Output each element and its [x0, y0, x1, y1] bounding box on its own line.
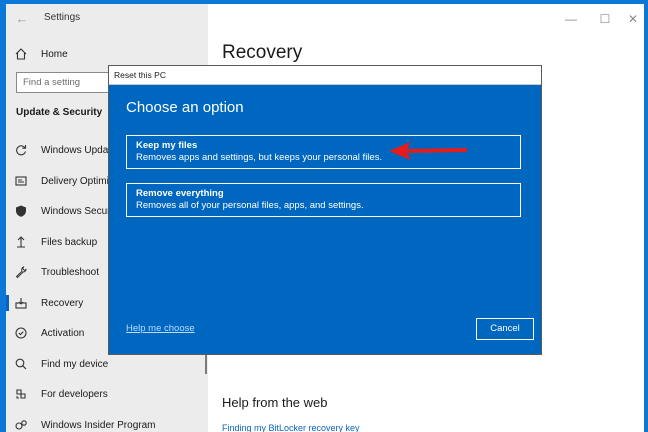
shield-icon	[12, 202, 30, 220]
close-icon[interactable]: ✕	[618, 8, 644, 30]
annotation-arrow-icon	[387, 139, 471, 163]
option-title: Remove everything	[136, 188, 224, 199]
dialog-title: Reset this PC	[114, 70, 166, 80]
home-icon	[12, 45, 30, 63]
help-me-choose-link[interactable]: Help me choose	[126, 323, 195, 334]
sidebar-item-windows-insider[interactable]: Windows Insider Program	[12, 415, 208, 432]
sidebar-item-label: Recovery	[41, 297, 84, 309]
sidebar-item-find-my-device[interactable]: Find my device	[12, 354, 208, 374]
insider-icon	[12, 416, 30, 432]
refresh-icon	[12, 141, 30, 159]
bitlocker-help-link[interactable]: Finding my BitLocker recovery key	[222, 423, 360, 432]
sidebar-item-label: For developers	[41, 388, 108, 400]
activation-icon	[12, 324, 30, 342]
backup-icon	[12, 233, 30, 251]
dialog-title-bar: Reset this PC	[109, 66, 541, 85]
developers-icon	[12, 385, 30, 403]
sidebar-item-label: Activation	[41, 327, 85, 339]
find-device-icon	[12, 355, 30, 373]
sidebar-item-home[interactable]: Home	[12, 44, 68, 64]
minimize-icon[interactable]: —	[556, 8, 586, 30]
wrench-icon	[12, 263, 30, 281]
recovery-icon	[12, 294, 30, 312]
sidebar-section-title: Update & Security	[16, 107, 103, 118]
remove-everything-option[interactable]: Remove everything Removes all of your pe…	[126, 183, 521, 217]
dialog-heading: Choose an option	[126, 99, 244, 116]
sidebar-item-label: Windows Update	[41, 144, 117, 156]
sidebar-item-label: Troubleshoot	[41, 266, 99, 278]
help-from-web-heading: Help from the web	[222, 395, 328, 410]
window-title: Settings	[44, 12, 81, 23]
option-description: Removes all of your personal files, apps…	[136, 200, 364, 211]
sidebar-item-for-developers[interactable]: For developers	[12, 384, 208, 404]
sidebar-item-label: Windows Insider Program	[41, 419, 156, 431]
sidebar-home-label: Home	[41, 48, 68, 60]
sidebar-item-label: Find my device	[41, 358, 109, 370]
sidebar-item-label: Files backup	[41, 236, 98, 248]
maximize-icon[interactable]: ☐	[590, 8, 620, 30]
title-bar: ← Settings — ☐ ✕	[6, 4, 644, 34]
cancel-button[interactable]: Cancel	[476, 318, 534, 340]
delivery-optimization-icon	[12, 172, 30, 190]
page-title: Recovery	[222, 42, 303, 63]
reset-pc-dialog: Reset this PC Choose an option Keep my f…	[108, 65, 542, 355]
back-arrow-icon[interactable]: ←	[12, 9, 32, 29]
